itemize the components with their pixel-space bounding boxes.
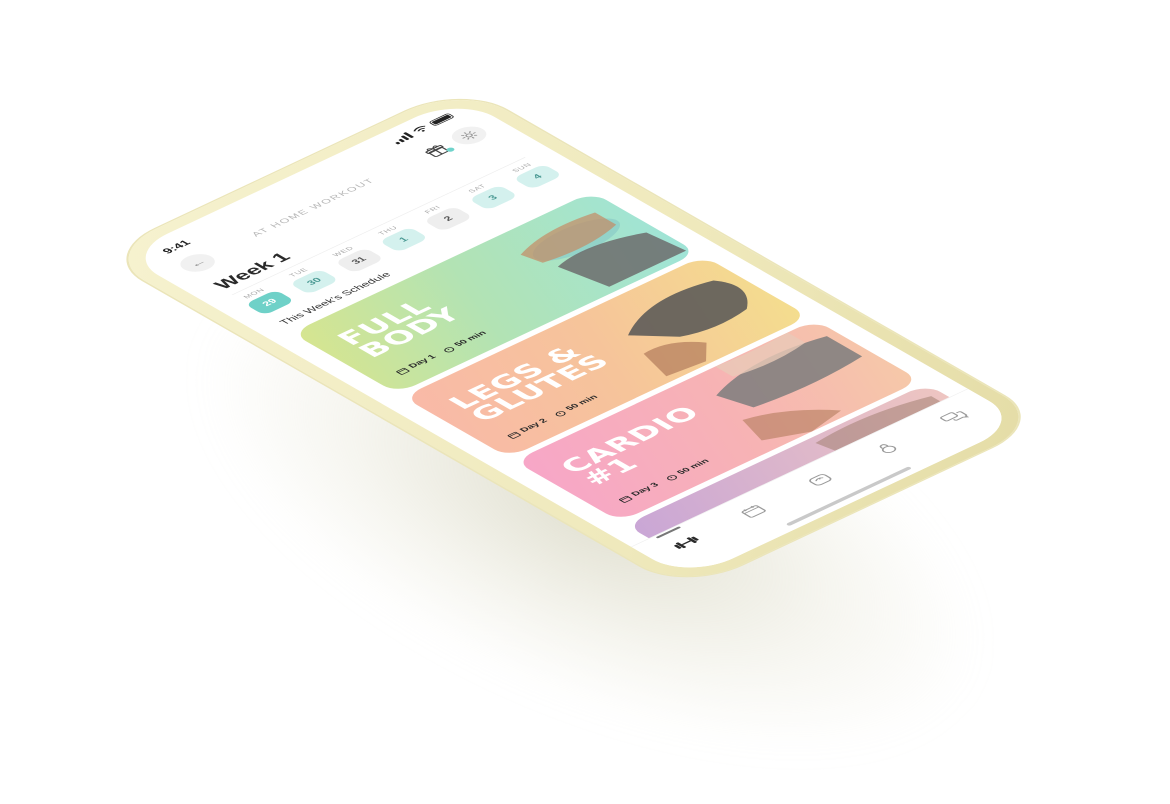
workout-duration-label: 50 min bbox=[452, 329, 489, 348]
stage: 9:41 ← AT HOME WORKOUT Week 1 MON 29 TUE… bbox=[0, 0, 1170, 804]
gear-icon bbox=[460, 131, 478, 140]
workout-duration-label: 50 min bbox=[563, 393, 601, 412]
gift-button[interactable] bbox=[416, 140, 458, 162]
tab-equipment[interactable] bbox=[859, 434, 916, 463]
workout-day-label: Day 1 bbox=[406, 353, 439, 370]
wifi-icon bbox=[413, 125, 426, 132]
workout-duration: 50 min bbox=[551, 394, 600, 418]
workout-day-label: Day 2 bbox=[517, 417, 550, 434]
workout-duration-label: 50 min bbox=[675, 457, 712, 476]
status-time: 9:41 bbox=[159, 238, 194, 256]
calendar-icon bbox=[618, 495, 633, 503]
tab-workouts[interactable] bbox=[655, 526, 715, 557]
arrow-left-icon: ← bbox=[184, 256, 211, 270]
kettlebell-icon bbox=[879, 444, 897, 454]
tab-community[interactable] bbox=[926, 402, 983, 431]
workout-duration: 50 min bbox=[440, 330, 489, 354]
workout-day-label: Day 3 bbox=[629, 481, 662, 498]
scale-icon bbox=[809, 474, 832, 486]
settings-button[interactable] bbox=[444, 122, 494, 148]
workout-day: Day 3 bbox=[617, 481, 662, 504]
tab-progress[interactable] bbox=[792, 465, 849, 494]
calendar-icon bbox=[395, 367, 410, 375]
back-button[interactable]: ← bbox=[173, 250, 222, 276]
calendar-icon bbox=[741, 505, 766, 518]
chat-icon bbox=[940, 411, 970, 422]
battery-icon bbox=[428, 112, 456, 127]
calendar-icon bbox=[507, 431, 521, 439]
workout-duration: 50 min bbox=[663, 458, 712, 482]
dumbbell-icon bbox=[674, 536, 699, 549]
page-title: AT HOME WORKOUT bbox=[249, 177, 378, 239]
timer-icon bbox=[443, 347, 454, 353]
workout-day: Day 1 bbox=[394, 353, 439, 376]
signal-icon bbox=[389, 132, 415, 145]
tab-calendar[interactable] bbox=[725, 497, 782, 526]
workout-day: Day 2 bbox=[505, 418, 550, 440]
timer-icon bbox=[666, 475, 677, 481]
timer-icon bbox=[555, 411, 565, 417]
